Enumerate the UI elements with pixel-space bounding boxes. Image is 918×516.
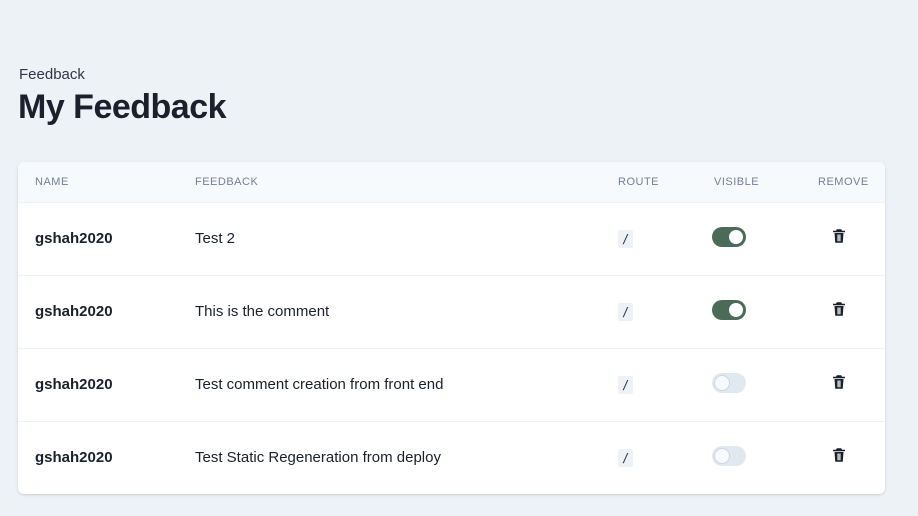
page: Feedback My Feedback Name Feedback Route… [0,0,918,516]
toggle-knob [714,447,730,464]
row-name: gshah2020 [35,449,113,467]
table-row: gshah2020 Test 2 / [18,202,885,275]
trash-icon [830,227,850,245]
row-route: / [618,448,634,467]
column-header-name: Name [18,162,195,203]
column-header-visible: Visible [714,162,818,203]
trash-icon [830,373,850,391]
feedback-table: Name Feedback Route Visible Remove gshah… [18,162,885,494]
row-route: / [618,302,634,321]
column-header-feedback: Feedback [195,162,618,203]
toggle-knob [729,229,743,244]
trash-icon [830,300,850,318]
table-row: gshah2020 Test comment creation from fro… [18,348,885,421]
row-feedback: This is the comment [195,303,330,320]
row-feedback: Test 2 [195,230,236,247]
row-feedback: Test Static Regeneration from deploy [195,449,441,467]
toggle-knob [729,302,743,317]
trash-icon [830,446,850,464]
visible-toggle[interactable] [712,226,746,247]
visible-toggle[interactable] [712,372,746,393]
visible-toggle[interactable] [712,299,746,320]
column-header-remove: Remove [818,162,885,203]
remove-button[interactable] [830,446,850,466]
table-row: gshah2020 This is the comment / [18,275,885,348]
table-header: Name Feedback Route Visible Remove [18,162,885,203]
remove-button[interactable] [830,373,850,393]
remove-button[interactable] [830,227,850,247]
table-body: gshah2020 Test 2 / gshah2020 This is the… [18,202,885,494]
feedback-table-card: Name Feedback Route Visible Remove gshah… [18,162,885,494]
page-title: My Feedback [18,88,227,126]
row-name: gshah2020 [35,376,113,393]
column-header-route: Route [618,162,714,203]
row-route: / [618,375,634,394]
breadcrumb: Feedback [19,66,85,83]
row-feedback: Test comment creation from front end [195,376,444,393]
toggle-knob [714,374,730,391]
row-name: gshah2020 [35,303,113,320]
row-route: / [618,229,634,248]
row-name: gshah2020 [35,230,113,247]
remove-button[interactable] [830,300,850,320]
table-row: gshah2020 Test Static Regeneration from … [18,421,885,494]
visible-toggle[interactable] [712,445,746,466]
